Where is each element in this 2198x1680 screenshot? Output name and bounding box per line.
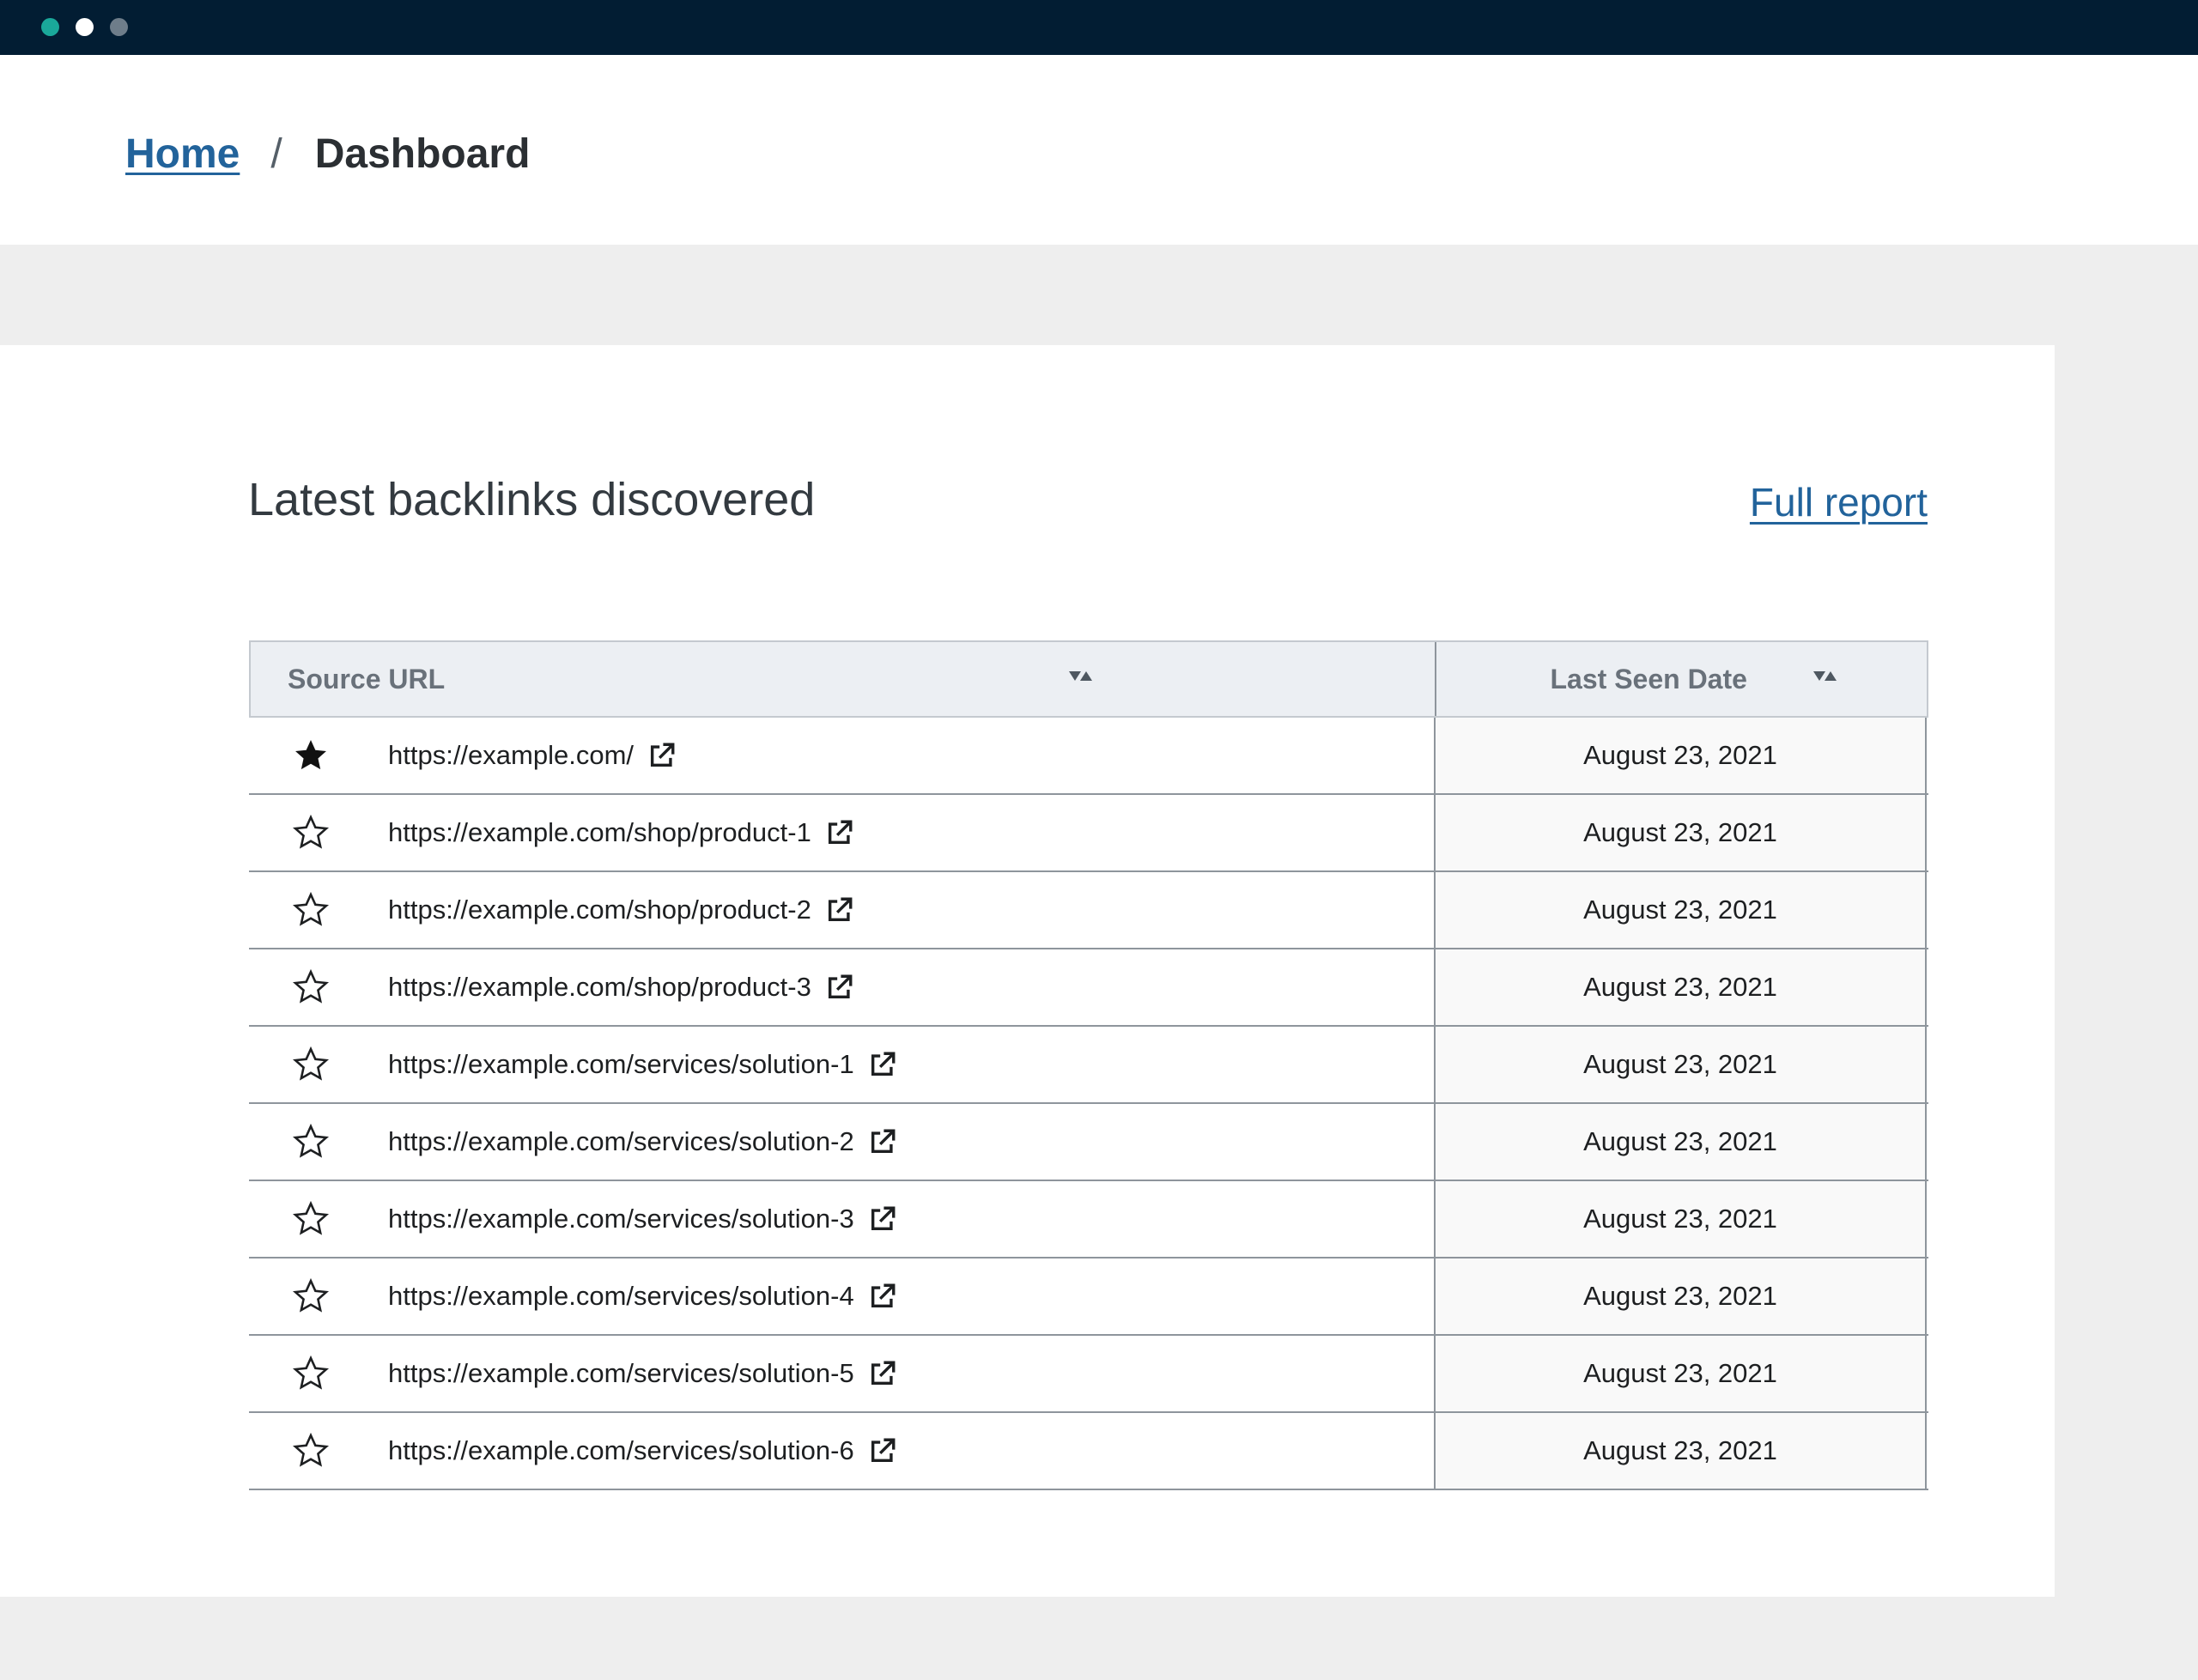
breadcrumb: Home / Dashboard	[125, 124, 530, 184]
table-row: https://example.com/services/solution-3 …	[249, 1181, 1928, 1258]
table-row: https://example.com/services/solution-6 …	[249, 1413, 1928, 1490]
external-link-icon[interactable]	[868, 1436, 897, 1465]
breadcrumb-separator: /	[270, 130, 282, 177]
source-url-cell: https://example.com/shop/product-1	[249, 795, 1436, 870]
source-url-cell: https://example.com/	[249, 718, 1436, 793]
table-header: Source URL Last Seen Date	[249, 640, 1928, 718]
external-link-icon[interactable]	[868, 1127, 897, 1156]
source-url-cell: https://example.com/services/solution-1	[249, 1027, 1436, 1102]
window-close-dot[interactable]	[41, 18, 59, 36]
external-link-icon[interactable]	[825, 818, 854, 847]
column-header-source-url[interactable]: Source URL	[251, 642, 1436, 716]
source-url-text: https://example.com/services/solution-6	[388, 1435, 854, 1465]
last-seen-date-cell: August 23, 2021	[1436, 1181, 1927, 1257]
table-row: https://example.com/shop/product-2 Augus…	[249, 872, 1928, 949]
last-seen-date-cell: August 23, 2021	[1436, 718, 1927, 793]
source-url-cell: https://example.com/shop/product-3	[249, 949, 1436, 1025]
table-row: https://example.com/shop/product-3 Augus…	[249, 949, 1928, 1027]
source-url-cell: https://example.com/services/solution-3	[249, 1181, 1436, 1257]
last-seen-date-cell: August 23, 2021	[1436, 795, 1927, 870]
table-row: https://example.com/services/solution-4 …	[249, 1258, 1928, 1336]
table-row: https://example.com/services/solution-1 …	[249, 1027, 1928, 1104]
last-seen-date-cell: August 23, 2021	[1436, 872, 1927, 948]
external-link-icon[interactable]	[825, 973, 854, 1002]
source-url-cell: https://example.com/services/solution-4	[249, 1258, 1436, 1334]
window-titlebar	[0, 0, 2198, 55]
column-header-label: Last Seen Date	[1550, 663, 1747, 694]
source-url-text: https://example.com/	[388, 740, 635, 770]
table-body: https://example.com/ August 23, 2021 htt…	[249, 718, 1928, 1490]
table-row: https://example.com/shop/product-1 Augus…	[249, 795, 1928, 872]
last-seen-date-cell: August 23, 2021	[1436, 949, 1927, 1025]
last-seen-date-cell: August 23, 2021	[1436, 1104, 1927, 1180]
last-seen-date-cell: August 23, 2021	[1436, 1027, 1927, 1102]
source-url-text: https://example.com/services/solution-3	[388, 1204, 854, 1234]
star-filled-icon[interactable]	[292, 737, 330, 774]
external-link-icon[interactable]	[868, 1282, 897, 1311]
star-outline-icon[interactable]	[292, 1432, 330, 1470]
star-outline-icon[interactable]	[292, 891, 330, 929]
source-url-cell: https://example.com/services/solution-2	[249, 1104, 1436, 1180]
external-link-icon[interactable]	[647, 741, 677, 770]
source-url-text: https://example.com/services/solution-1	[388, 1049, 854, 1079]
star-outline-icon[interactable]	[292, 1277, 330, 1315]
star-outline-icon[interactable]	[292, 1200, 330, 1238]
window-zoom-dot[interactable]	[110, 18, 128, 36]
star-outline-icon[interactable]	[292, 1123, 330, 1161]
breadcrumb-home-link[interactable]: Home	[125, 130, 240, 178]
source-url-cell: https://example.com/services/solution-5	[249, 1336, 1436, 1411]
backlinks-card: Latest backlinks discovered Full report …	[0, 345, 2055, 1597]
star-outline-icon[interactable]	[292, 1355, 330, 1392]
source-url-text: https://example.com/shop/product-3	[388, 972, 811, 1002]
source-url-cell: https://example.com/shop/product-2	[249, 872, 1436, 948]
source-url-text: https://example.com/shop/product-2	[388, 895, 811, 925]
page-header: Home / Dashboard	[0, 55, 2198, 245]
breadcrumb-current: Dashboard	[314, 130, 531, 177]
card-title: Latest backlinks discovered	[248, 474, 816, 525]
column-header-last-seen[interactable]: Last Seen Date	[1436, 642, 1928, 716]
table-row: https://example.com/services/solution-2 …	[249, 1104, 1928, 1181]
star-outline-icon[interactable]	[292, 814, 330, 852]
star-outline-icon[interactable]	[292, 1046, 330, 1083]
last-seen-date-cell: August 23, 2021	[1436, 1258, 1927, 1334]
source-url-cell: https://example.com/services/solution-6	[249, 1413, 1436, 1489]
last-seen-date-cell: August 23, 2021	[1436, 1413, 1927, 1489]
backlinks-table: Source URL Last Seen Date https://exampl…	[249, 640, 1928, 1490]
external-link-icon[interactable]	[868, 1359, 897, 1388]
table-row: https://example.com/ August 23, 2021	[249, 718, 1928, 795]
window-minimize-dot[interactable]	[76, 18, 94, 36]
source-url-text: https://example.com/services/solution-4	[388, 1281, 854, 1311]
sort-icon[interactable]	[1812, 668, 1843, 688]
star-outline-icon[interactable]	[292, 968, 330, 1006]
table-row: https://example.com/services/solution-5 …	[249, 1336, 1928, 1413]
source-url-text: https://example.com/shop/product-1	[388, 817, 811, 847]
external-link-icon[interactable]	[868, 1204, 897, 1234]
column-header-label: Source URL	[288, 663, 446, 694]
last-seen-date-cell: August 23, 2021	[1436, 1336, 1927, 1411]
source-url-text: https://example.com/services/solution-5	[388, 1358, 854, 1388]
full-report-link[interactable]: Full report	[1750, 472, 1928, 532]
source-url-text: https://example.com/services/solution-2	[388, 1126, 854, 1156]
external-link-icon[interactable]	[868, 1050, 897, 1079]
external-link-icon[interactable]	[825, 895, 854, 925]
sort-icon[interactable]	[1068, 668, 1099, 688]
